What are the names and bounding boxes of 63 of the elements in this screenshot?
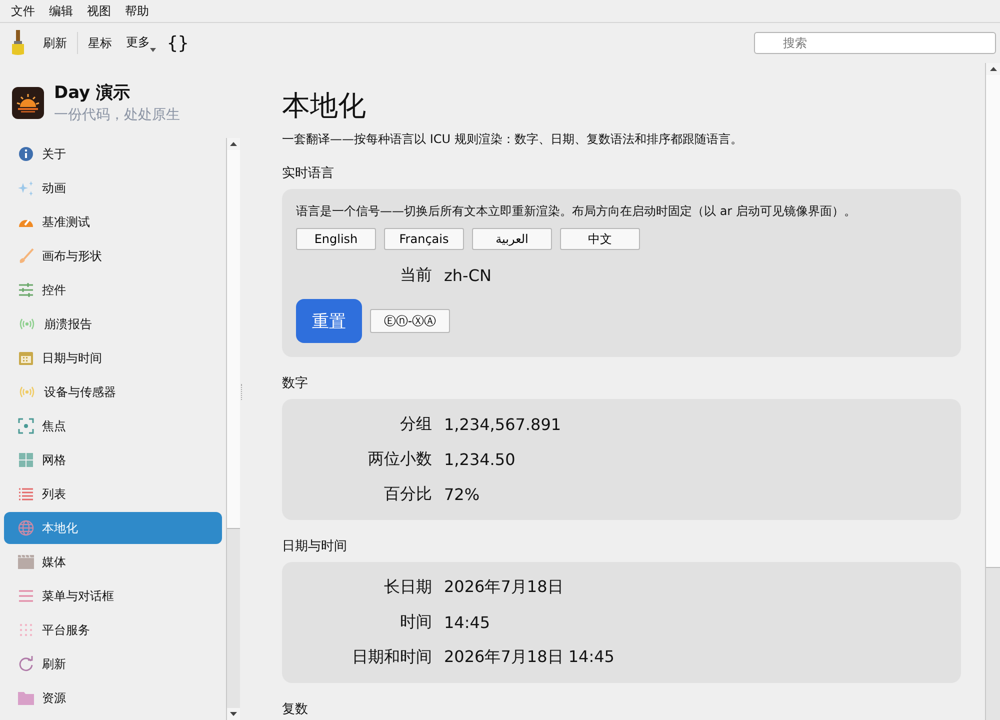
more-button[interactable]: 更多 [119,30,163,56]
sidebar-item[interactable]: 刷新 [4,648,222,680]
language-button[interactable]: 中文 [560,228,640,250]
menu-item[interactable]: 编辑 [42,2,80,20]
sidebar-item[interactable]: 控件 [4,274,222,306]
sidebar-item[interactable]: 基准测试 [4,206,222,238]
sidebar-item[interactable]: 网格 [4,444,222,476]
field-label: 两位小数 [367,449,432,470]
field-label: 时间 [399,612,432,633]
section-heading: 实时语言 [282,165,335,182]
section-heading: 数字 [282,375,309,392]
language-button[interactable]: English [296,228,376,250]
field-value: 2026年7月18日 [444,577,564,598]
scroll-up-icon[interactable] [990,67,996,71]
reset-button[interactable]: 重置 [296,299,362,343]
sidebar-item[interactable]: 画布与形状 [4,240,222,272]
section-heading: 日期与时间 [282,538,348,555]
sunset-logo-icon [12,86,44,118]
field-label: 分组 [399,414,432,435]
caret-icon [150,48,156,52]
field-label: 日期和时间 [351,647,432,668]
sidebar-item[interactable]: 关于 [4,138,222,170]
search-field[interactable]: 搜索 [754,32,996,54]
sidebar-item[interactable]: 菜单与对话框 [4,580,222,612]
sidebar-item[interactable]: 资源 [4,682,222,714]
field-value: 1,234,567.891 [444,415,562,434]
menu-item[interactable]: 视图 [80,2,118,20]
paintbrush-icon[interactable] [10,30,26,56]
field-value: 2026年7月18日 14:45 [444,647,616,668]
field-label: 长日期 [383,577,432,598]
sidebar-item[interactable]: 列表 [4,478,222,510]
sidebar-item[interactable]: 崩溃报告 [4,308,222,340]
section-heading: 复数 [282,701,309,718]
scroll-down-icon[interactable] [230,712,237,716]
description: 语言是一个信号——切换后所有文本立即重新渲染。布局方向在启动时固定（以 ar 启动可见镜像界面）。 [296,203,857,220]
app-tagline: 一份代码，处处原生 [54,106,180,124]
refresh-button[interactable]: 刷新 [36,30,74,56]
page-title: 本地化 [282,88,367,124]
sidebar-item[interactable]: 焦点 [4,410,222,442]
sidebar-item[interactable]: 平台服务 [4,614,222,646]
menu-item[interactable]: 帮助 [118,2,156,20]
field-value: zh-CN [444,266,492,285]
pseudo-locale-button[interactable]: Ⓔⓝ-ⓍⒶ [370,309,450,333]
field-value: 14:45 [444,613,492,632]
star-button[interactable]: 星标 [81,30,119,56]
menu-item[interactable]: 文件 [4,2,42,20]
scrollbar-thumb[interactable] [227,150,240,529]
sidebar-item[interactable]: 日期与时间 [4,342,222,374]
braces-icon[interactable]: {} [163,32,193,54]
field-value: 72% [444,485,481,504]
language-button[interactable]: Français [384,228,464,250]
sidebar-item[interactable]: 媒体 [4,546,222,578]
language-button[interactable]: العربية [472,228,552,250]
sidebar-item[interactable]: 设备与传感器 [4,376,222,408]
app-name: Day 演示 [54,82,132,104]
scroll-up-icon[interactable] [230,142,237,146]
sidebar-item[interactable]: 动画 [4,172,222,204]
field-label: 百分比 [383,484,432,505]
page-subtitle: 一套翻译——按每种语言以 ICU 规则渲染：数字、日期、复数语法和排序都跟随语言。 [282,131,744,148]
field-label: 当前 [399,265,432,286]
scrollbar-thumb[interactable] [986,75,1000,568]
field-value: 1,234.50 [444,450,516,469]
sidebar-item[interactable]: 本地化 [4,512,222,544]
